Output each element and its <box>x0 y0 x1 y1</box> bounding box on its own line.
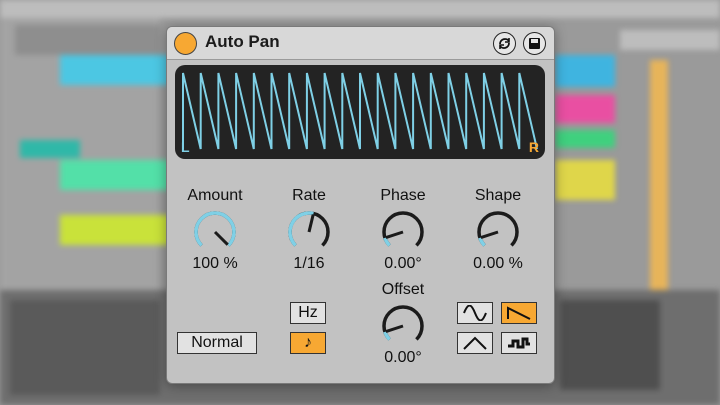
phase-knob[interactable] <box>378 207 428 257</box>
hz-button[interactable]: Hz <box>290 302 326 324</box>
mode-button[interactable]: Normal <box>177 332 257 354</box>
offset-knob-fill <box>383 331 391 341</box>
auto-pan-device: Auto Pan L R Amount 100 % Rate 1/16 Phas… <box>166 26 555 384</box>
offset-knob-group: Offset 0.00° <box>358 281 448 367</box>
hot-swap-button[interactable] <box>493 32 516 55</box>
device-title: Auto Pan <box>205 32 280 51</box>
shape-knob-group: Shape 0.00 % <box>453 187 543 273</box>
sine-wave-icon <box>463 305 487 321</box>
waveform-line <box>182 72 538 150</box>
phase-knob-group: Phase 0.00° <box>358 187 448 273</box>
offset-knob-pointer <box>385 324 404 333</box>
shape-value: 0.00 % <box>473 255 523 272</box>
wave-sawtooth-button[interactable] <box>501 302 537 324</box>
triangle-wave-icon <box>463 336 487 350</box>
wave-random-button[interactable] <box>501 332 537 354</box>
rate-knob-pointer <box>307 214 315 233</box>
rate-knob-group: Rate 1/16 <box>264 187 354 273</box>
offset-value: 0.00° <box>384 349 422 366</box>
offset-knob[interactable] <box>378 301 428 351</box>
amount-value: 100 % <box>192 255 238 272</box>
phase-value: 0.00° <box>384 255 422 272</box>
amount-knob[interactable] <box>190 207 240 257</box>
device-title-bar: Auto Pan <box>167 27 554 60</box>
offset-label: Offset <box>381 281 425 298</box>
save-icon <box>529 38 540 49</box>
shape-knob-pointer <box>480 230 499 239</box>
rate-label: Rate <box>292 187 326 204</box>
random-wave-icon <box>508 337 530 349</box>
phase-knob-track <box>382 211 424 247</box>
waveform-graph <box>182 72 538 150</box>
wave-triangle-button[interactable] <box>457 332 493 354</box>
shape-knob[interactable] <box>473 207 523 257</box>
wave-sine-button[interactable] <box>457 302 493 324</box>
phase-knob-pointer <box>385 230 404 239</box>
device-power-toggle[interactable] <box>174 32 197 55</box>
offset-knob-track <box>382 305 424 341</box>
rate-value: 1/16 <box>293 255 325 272</box>
amount-knob-group: Amount 100 % <box>170 187 260 273</box>
phase-label: Phase <box>380 187 426 204</box>
shape-label: Shape <box>474 187 522 204</box>
amount-knob-pointer <box>213 230 229 246</box>
amount-label: Amount <box>187 187 243 204</box>
save-preset-button[interactable] <box>523 32 546 55</box>
phase-knob-fill <box>383 237 391 247</box>
shape-knob-track <box>477 211 519 247</box>
swap-icon <box>499 38 510 49</box>
note-sync-button[interactable]: ♪ <box>290 332 326 354</box>
shape-knob-fill <box>478 237 486 247</box>
right-channel-label: R <box>528 139 539 155</box>
rate-knob[interactable] <box>284 207 334 257</box>
lfo-waveform-display: L R <box>175 65 545 159</box>
sawtooth-wave-icon <box>507 306 531 320</box>
amount-knob-fill <box>194 211 236 247</box>
left-channel-label: L <box>181 139 190 155</box>
